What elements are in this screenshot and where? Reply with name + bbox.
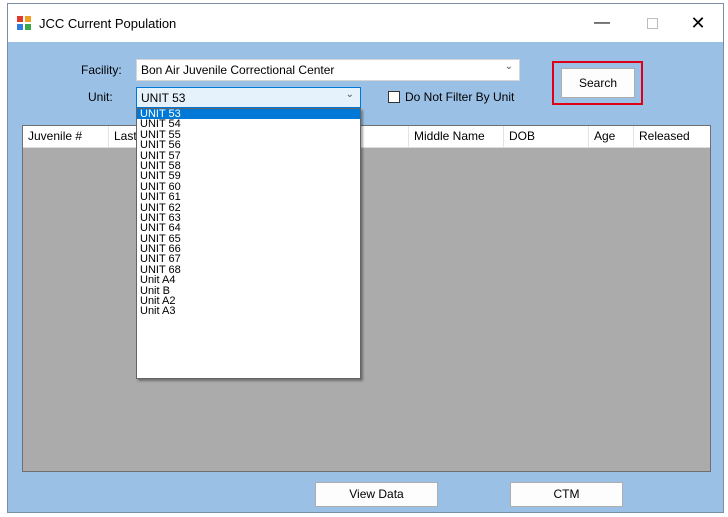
ctm-button[interactable]: CTM — [510, 482, 623, 507]
unit-option[interactable]: UNIT 65 — [137, 234, 360, 244]
unit-option[interactable]: UNIT 68 — [137, 265, 360, 275]
title-bar[interactable]: JCC Current Population — ✕ — [8, 4, 723, 42]
unit-option[interactable]: UNIT 61 — [137, 192, 360, 202]
unit-value: UNIT 53 — [141, 91, 186, 105]
search-button[interactable]: Search — [561, 68, 635, 98]
unit-option[interactable]: UNIT 60 — [137, 182, 360, 192]
view-data-button[interactable]: View Data — [315, 482, 438, 507]
unit-select[interactable]: UNIT 53 ⌄ — [136, 87, 361, 108]
col-age[interactable]: Age — [589, 126, 634, 147]
unit-dropdown-list[interactable]: UNIT 53 UNIT 54 UNIT 55 UNIT 56 UNIT 57 UNIT … — [136, 108, 361, 379]
unit-option[interactable]: UNIT 63 — [137, 213, 360, 223]
unit-option[interactable]: Unit A2 — [137, 296, 360, 306]
unit-option[interactable]: UNIT 56 — [137, 140, 360, 150]
unit-option[interactable]: UNIT 66 — [137, 244, 360, 254]
col-released[interactable]: Released — [634, 126, 710, 147]
grid-header: Juvenile # Last Middle Name DOB Age Rele… — [23, 126, 710, 148]
chevron-down-icon: ⌄ — [345, 89, 354, 100]
no-filter-checkbox[interactable] — [388, 91, 400, 103]
close-button[interactable]: ✕ — [675, 4, 721, 42]
unit-option[interactable]: UNIT 58 — [137, 161, 360, 171]
unit-label: Unit: — [88, 90, 113, 104]
facility-value: Bon Air Juvenile Correctional Center — [141, 63, 335, 77]
unit-option[interactable]: Unit A4 — [137, 275, 360, 285]
close-icon: ✕ — [690, 13, 706, 33]
unit-option[interactable]: UNIT 57 — [137, 151, 360, 161]
app-icon — [17, 16, 31, 30]
chevron-down-icon: ⌄ — [504, 61, 513, 72]
facility-label: Facility: — [81, 63, 122, 77]
minimize-button[interactable]: — — [579, 4, 625, 42]
maximize-button[interactable] — [629, 4, 675, 42]
main-window: JCC Current Population — ✕ Facility: Bon… — [7, 3, 724, 513]
unit-option[interactable]: UNIT 59 — [137, 171, 360, 181]
col-middle-name[interactable]: Middle Name — [409, 126, 504, 147]
maximize-icon — [646, 18, 658, 30]
unit-option[interactable]: UNIT 53 — [137, 109, 360, 120]
window-title: JCC Current Population — [39, 16, 177, 31]
unit-option[interactable]: UNIT 55 — [137, 130, 360, 140]
unit-option[interactable]: UNIT 67 — [137, 254, 360, 264]
no-filter-label[interactable]: Do Not Filter By Unit — [405, 90, 514, 104]
minimize-icon: — — [594, 14, 610, 31]
unit-option[interactable]: UNIT 64 — [137, 223, 360, 233]
unit-option[interactable]: UNIT 54 — [137, 119, 360, 129]
col-dob[interactable]: DOB — [504, 126, 589, 147]
col-juvenile-number[interactable]: Juvenile # — [23, 126, 109, 147]
unit-option[interactable]: Unit A3 — [137, 306, 360, 316]
results-grid[interactable]: Juvenile # Last Middle Name DOB Age Rele… — [22, 125, 711, 472]
facility-select[interactable]: Bon Air Juvenile Correctional Center ⌄ — [136, 59, 520, 81]
unit-option[interactable]: UNIT 62 — [137, 203, 360, 213]
unit-option[interactable]: Unit B — [137, 286, 360, 296]
